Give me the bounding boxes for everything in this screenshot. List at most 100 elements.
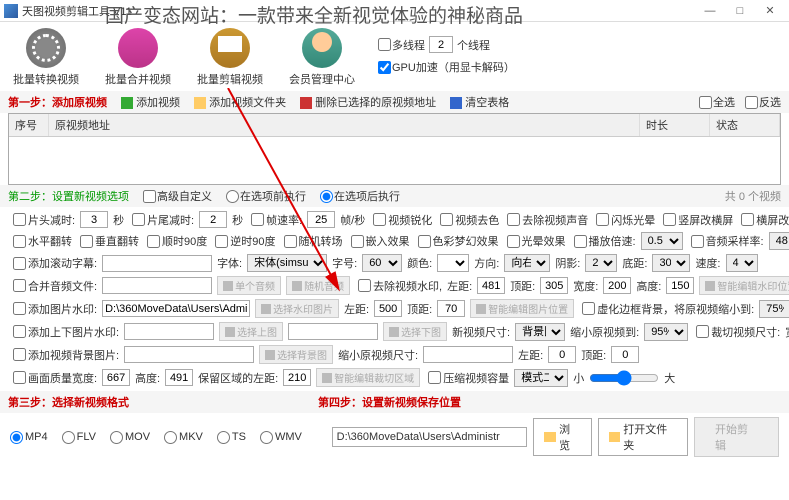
select-wm-button[interactable]: 选择水印图片 xyxy=(255,299,339,318)
convert-video-button[interactable]: 批量转换视频 xyxy=(10,28,82,87)
add-wm-checkbox[interactable]: 添加图片水印: xyxy=(10,301,97,317)
minimize-button[interactable]: — xyxy=(695,1,725,21)
merge-video-button[interactable]: 批量合并视频 xyxy=(102,28,174,87)
add-img-tb-checkbox[interactable]: 添加上下图片水印: xyxy=(10,324,119,340)
bg-top-input[interactable] xyxy=(611,346,639,363)
rotn90-checkbox[interactable]: 逆时90度 xyxy=(212,233,275,249)
fmt-mp4[interactable]: MP4 xyxy=(10,431,48,444)
wm-left-input[interactable] xyxy=(477,277,505,294)
fps-checkbox[interactable]: 帧速率: xyxy=(248,212,302,228)
wm2-left-input[interactable] xyxy=(374,300,402,317)
resize-input[interactable] xyxy=(423,346,513,363)
bg-left-input[interactable] xyxy=(548,346,576,363)
select-all-checkbox[interactable]: 全选 xyxy=(699,94,735,110)
open-folder-button[interactable]: 打开文件夹 xyxy=(598,418,688,456)
wm-width-input[interactable] xyxy=(603,277,631,294)
mute-checkbox[interactable]: 去除视频声音 xyxy=(504,212,588,228)
color-fx-checkbox[interactable]: 色彩梦幻效果 xyxy=(415,233,499,249)
rand-trans-checkbox[interactable]: 随机转场 xyxy=(281,233,343,249)
select-top-button[interactable]: 选择上图 xyxy=(219,322,283,341)
speed-select[interactable]: 0.5 xyxy=(641,232,683,250)
fontsize-select[interactable]: 60 xyxy=(362,254,402,272)
exec-before-radio[interactable]: 在选项前执行 xyxy=(226,188,306,204)
color-select[interactable] xyxy=(437,254,469,272)
bottom-select[interactable]: 30 xyxy=(652,254,690,272)
compress-checkbox[interactable]: 压缩视频容量 xyxy=(425,370,509,386)
wm-top-input[interactable] xyxy=(540,277,568,294)
tail-trim-checkbox[interactable]: 片尾减时: xyxy=(129,212,194,228)
font-select[interactable]: 宋体(simsun xyxy=(247,254,327,272)
select-bg-button[interactable]: 选择背景图 xyxy=(259,345,333,364)
output-path[interactable]: D:\360MoveData\Users\Administr xyxy=(332,427,528,447)
remove-wm-checkbox[interactable]: 去除视频水印, xyxy=(355,278,442,294)
compress-mode-select[interactable]: 模式二 xyxy=(514,369,568,387)
smart-wm-button[interactable]: 智能编辑水印位置 xyxy=(699,276,789,295)
ratio-slider[interactable] xyxy=(589,374,659,382)
gpu-checkbox[interactable]: GPU加速（用显卡解码） xyxy=(378,59,515,75)
bg-path-input[interactable] xyxy=(124,346,254,363)
advanced-checkbox[interactable]: 高级自定义 xyxy=(143,188,212,204)
rot90-checkbox[interactable]: 顺时90度 xyxy=(144,233,207,249)
keep-margin-input[interactable] xyxy=(283,369,311,386)
q-width-input[interactable] xyxy=(102,369,130,386)
wm-path-input[interactable] xyxy=(102,300,250,317)
fmt-mkv[interactable]: MKV xyxy=(164,431,203,444)
multithread-checkbox[interactable]: 多线程 xyxy=(378,37,425,53)
decolor-checkbox[interactable]: 视频去色 xyxy=(437,212,499,228)
random-audio-button[interactable]: 随机音频 xyxy=(286,276,350,295)
vflip-checkbox[interactable]: 垂直翻转 xyxy=(77,233,139,249)
member-center-button[interactable]: 会员管理中心 xyxy=(286,28,358,87)
speed-checkbox[interactable]: 播放倍速: xyxy=(571,233,636,249)
fmt-mov[interactable]: MOV xyxy=(110,431,150,444)
smart-crop-button[interactable]: 智能编辑裁切区域 xyxy=(316,368,420,387)
hmirror-checkbox[interactable]: 横屏改竖屏 xyxy=(738,212,789,228)
fmt-ts[interactable]: TS xyxy=(217,431,246,444)
flash-checkbox[interactable]: 闪烁光晕 xyxy=(593,212,655,228)
smart-edit-wm-button[interactable]: 智能编辑图片位置 xyxy=(470,299,574,318)
head-trim-checkbox[interactable]: 片头减时: xyxy=(10,212,75,228)
exec-after-radio[interactable]: 在选项后执行 xyxy=(320,188,400,204)
single-audio-button[interactable]: 单个音频 xyxy=(217,276,281,295)
wm-height-input[interactable] xyxy=(666,277,694,294)
newsize-select[interactable]: 背景图 xyxy=(515,323,565,341)
start-button[interactable]: 开始剪辑 xyxy=(694,417,779,457)
sharpen-checkbox[interactable]: 视频锐化 xyxy=(370,212,432,228)
maximize-button[interactable]: □ xyxy=(725,1,755,21)
top-img-input[interactable] xyxy=(124,323,214,340)
shadow-select[interactable]: 2 xyxy=(585,254,617,272)
crop-checkbox[interactable]: 裁切视频尺寸: xyxy=(693,324,780,340)
browse-button[interactable]: 浏览 xyxy=(533,418,591,456)
edit-video-button[interactable]: 批量剪辑视频 xyxy=(194,28,266,87)
bot-img-input[interactable] xyxy=(288,323,378,340)
q-height-input[interactable] xyxy=(165,369,193,386)
vmirror-checkbox[interactable]: 竖屏改横屏 xyxy=(660,212,733,228)
thread-count-input[interactable] xyxy=(429,36,453,53)
invert-checkbox[interactable]: 反选 xyxy=(745,94,781,110)
fmt-flv[interactable]: FLV xyxy=(62,431,96,444)
quality-checkbox[interactable]: 画面质量宽度: xyxy=(10,370,97,386)
blur-pct-select[interactable]: 75% xyxy=(759,300,789,318)
tail-trim-input[interactable] xyxy=(199,211,227,228)
add-video-link[interactable]: 添加视频 xyxy=(121,94,180,110)
close-button[interactable]: ✕ xyxy=(755,1,785,21)
fade-in-checkbox[interactable]: 嵌入效果 xyxy=(348,233,410,249)
select-bot-button[interactable]: 选择下图 xyxy=(383,322,447,341)
subtitle-input[interactable] xyxy=(102,255,212,272)
head-trim-input[interactable] xyxy=(80,211,108,228)
scroll-sub-checkbox[interactable]: 添加滚动字幕: xyxy=(10,255,97,271)
direction-select[interactable]: 向右 xyxy=(504,254,550,272)
blur-bg-checkbox[interactable]: 虚化边框背景，将原视频缩小到: xyxy=(579,301,754,317)
add-bg-checkbox[interactable]: 添加视频背景图片: xyxy=(10,347,119,363)
halo-checkbox[interactable]: 光晕效果 xyxy=(504,233,566,249)
sub-speed-select[interactable]: 4 xyxy=(726,254,758,272)
sample-select[interactable]: 48 xyxy=(769,232,789,250)
audio-path-input[interactable] xyxy=(102,277,212,294)
fmt-wmv[interactable]: WMV xyxy=(260,431,302,444)
hflip-checkbox[interactable]: 水平翻转 xyxy=(10,233,72,249)
merge-audio-checkbox[interactable]: 合并音频文件: xyxy=(10,278,97,294)
fps-input[interactable] xyxy=(307,211,335,228)
wm2-top-input[interactable] xyxy=(437,300,465,317)
shrink-select[interactable]: 95% xyxy=(644,323,688,341)
add-folder-link[interactable]: 添加视频文件夹 xyxy=(194,94,286,110)
sample-checkbox[interactable]: 音频采样率: xyxy=(688,233,764,249)
